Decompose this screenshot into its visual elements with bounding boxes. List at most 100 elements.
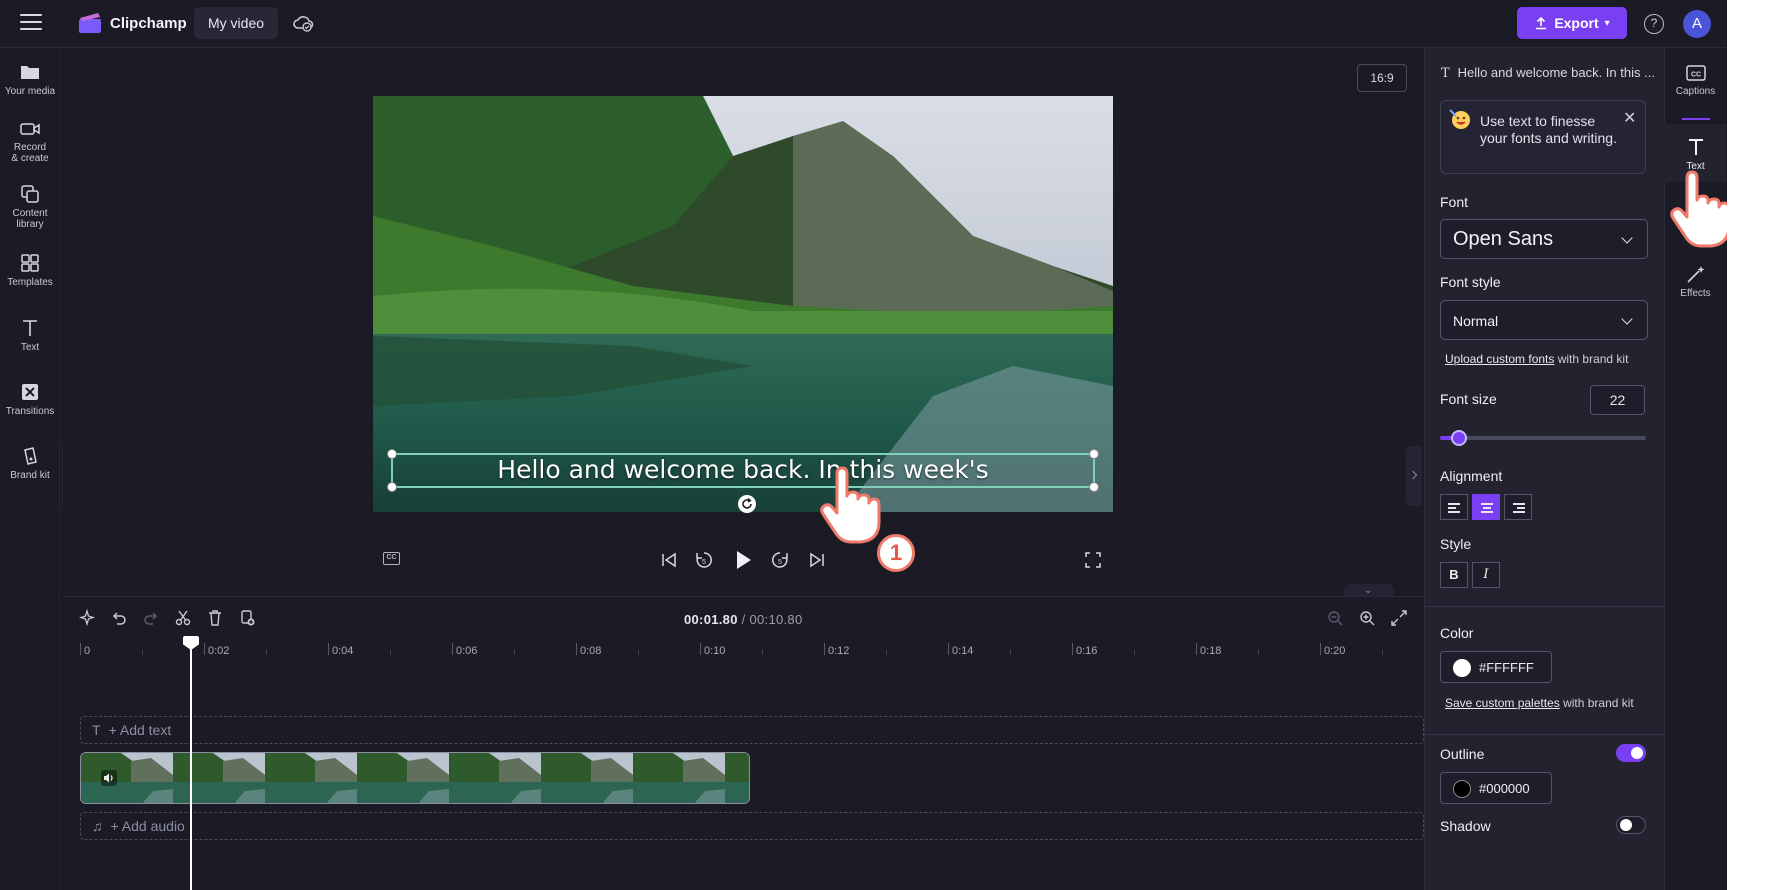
skip-to-start-icon[interactable]: [660, 551, 678, 569]
text-color-picker[interactable]: #FFFFFF: [1440, 651, 1552, 683]
sidebar-item-your-media[interactable]: Your media: [0, 62, 60, 97]
add-audio-label: + Add audio: [110, 818, 185, 834]
ruler-label: 0:08: [580, 645, 602, 657]
add-text-button[interactable]: T + Add text: [92, 722, 171, 738]
forward-5-icon[interactable]: 5: [770, 550, 790, 570]
ruler-minor-tick: [390, 650, 391, 655]
bold-button[interactable]: B: [1440, 562, 1468, 588]
sidebar-item-transitions[interactable]: Transitions: [0, 382, 60, 417]
outline-toggle[interactable]: [1616, 744, 1646, 762]
sidebar-item-label: Your media: [4, 86, 56, 97]
shadow-toggle[interactable]: [1616, 816, 1646, 834]
zoom-in-icon[interactable]: [1358, 609, 1376, 627]
pointer-hand-icon: [1670, 170, 1727, 248]
align-right-button[interactable]: [1504, 494, 1532, 520]
help-icon[interactable]: ?: [1644, 14, 1664, 34]
font-size-slider-track[interactable]: [1440, 436, 1646, 440]
expand-right-panel-button[interactable]: [1406, 446, 1422, 506]
font-size-input[interactable]: 22: [1590, 385, 1645, 415]
font-size-slider-thumb[interactable]: [1451, 430, 1467, 446]
rail-item-text[interactable]: Text: [1664, 137, 1727, 172]
project-name-button[interactable]: My video: [194, 7, 279, 39]
rail-item-captions[interactable]: CC Captions: [1664, 64, 1727, 97]
color-label: Color: [1440, 625, 1474, 641]
font-style-label: Font style: [1440, 274, 1501, 290]
captions-toggle-button[interactable]: CC: [383, 552, 400, 565]
volume-icon[interactable]: [101, 770, 117, 786]
sidebar-item-text[interactable]: Text: [0, 318, 60, 353]
clip-thumbnails: [81, 753, 749, 803]
align-left-button[interactable]: [1440, 494, 1468, 520]
outline-hex: #000000: [1479, 781, 1530, 796]
close-icon[interactable]: ✕: [1623, 108, 1636, 128]
duplicate-icon[interactable]: [238, 609, 256, 627]
color-hex: #FFFFFF: [1479, 660, 1534, 675]
caption-text[interactable]: Hello and welcome back. In this week's: [391, 455, 1095, 484]
outline-color-picker[interactable]: #000000: [1440, 772, 1552, 804]
add-audio-button[interactable]: ♫ + Add audio: [92, 818, 185, 834]
sidebar-item-label: Brand kit: [10, 470, 50, 481]
delete-icon[interactable]: [206, 609, 224, 627]
font-style-dropdown[interactable]: Normal: [1440, 300, 1648, 340]
rewind-5-icon[interactable]: 5: [694, 550, 714, 570]
video-clip[interactable]: [80, 752, 750, 804]
split-scissors-icon[interactable]: [174, 609, 192, 627]
play-icon[interactable]: [733, 549, 753, 571]
rail-item-label: Effects: [1680, 288, 1711, 299]
ruler-minor-tick: [142, 650, 143, 655]
time-ruler[interactable]: 0 0:02 0:04 0:06 0:08 0:10 0:12 0:14 0:16 0:18 0:2…: [78, 640, 1424, 662]
upload-icon: [1536, 16, 1547, 30]
text-track[interactable]: [80, 716, 1424, 744]
cloud-sync-icon[interactable]: [292, 12, 314, 34]
sidebar-item-record-create[interactable]: Record & create: [0, 120, 60, 164]
style-label: Style: [1440, 536, 1472, 552]
italic-button[interactable]: I: [1472, 562, 1500, 588]
sidebar-item-brand-kit[interactable]: Brand kit: [0, 446, 60, 481]
ruler-tick: [948, 643, 949, 655]
upload-fonts-link[interactable]: Upload custom fonts: [1445, 352, 1554, 366]
add-text-label: + Add text: [108, 722, 172, 738]
ruler-tick: [824, 643, 825, 655]
skip-to-end-icon[interactable]: [808, 551, 826, 569]
user-avatar[interactable]: A: [1683, 10, 1711, 38]
hamburger-menu-icon[interactable]: [20, 14, 42, 32]
folder-icon: [21, 66, 39, 79]
divider: [1424, 734, 1664, 735]
ruler-tick: [1072, 643, 1073, 655]
sidebar-item-templates[interactable]: Templates: [0, 253, 60, 288]
playhead[interactable]: [190, 636, 192, 890]
sidebar-item-label: Record & create: [11, 142, 49, 164]
chevron-down-icon: [1621, 232, 1633, 244]
svg-text:CC: CC: [1690, 72, 1700, 79]
music-note-icon: ♫: [92, 818, 103, 834]
zoom-out-icon[interactable]: [1326, 609, 1344, 627]
save-palettes-link[interactable]: Save custom palettes: [1445, 696, 1560, 710]
ruler-tick: [452, 643, 453, 655]
ruler-label: 0:14: [952, 645, 974, 657]
sidebar-item-content-library[interactable]: Content library: [0, 184, 60, 230]
timecode: 00:01.80 / 00:10.80: [684, 612, 803, 627]
redo-icon[interactable]: [142, 609, 160, 627]
undo-icon[interactable]: [110, 609, 128, 627]
sidebar-item-label: Text: [20, 342, 40, 353]
rail-item-effects[interactable]: Effects: [1664, 264, 1727, 299]
ruler-label: 0:16: [1076, 645, 1098, 657]
fit-timeline-icon[interactable]: [1390, 609, 1408, 627]
clipchamp-logo: [79, 13, 101, 33]
video-preview[interactable]: [373, 96, 1113, 512]
ruler-label: 0:20: [1324, 645, 1346, 657]
font-dropdown[interactable]: Open Sans: [1440, 219, 1648, 259]
aspect-ratio-button[interactable]: 16:9: [1357, 64, 1407, 92]
ruler-label: 0: [84, 645, 91, 657]
ruler-tick: [204, 643, 205, 655]
export-button[interactable]: Export ▾: [1517, 7, 1627, 39]
emoji-face-icon: [1449, 109, 1470, 129]
text-icon: [23, 320, 37, 336]
align-center-button[interactable]: [1472, 494, 1500, 520]
sidebar-item-label: Transitions: [5, 406, 55, 417]
magic-tools-icon[interactable]: [78, 609, 96, 627]
rotate-handle-icon[interactable]: [737, 494, 757, 514]
panel-title-text: Hello and welcome back. In this ...: [1457, 65, 1655, 80]
audio-track[interactable]: [80, 812, 1424, 840]
fullscreen-icon[interactable]: [1085, 552, 1101, 568]
